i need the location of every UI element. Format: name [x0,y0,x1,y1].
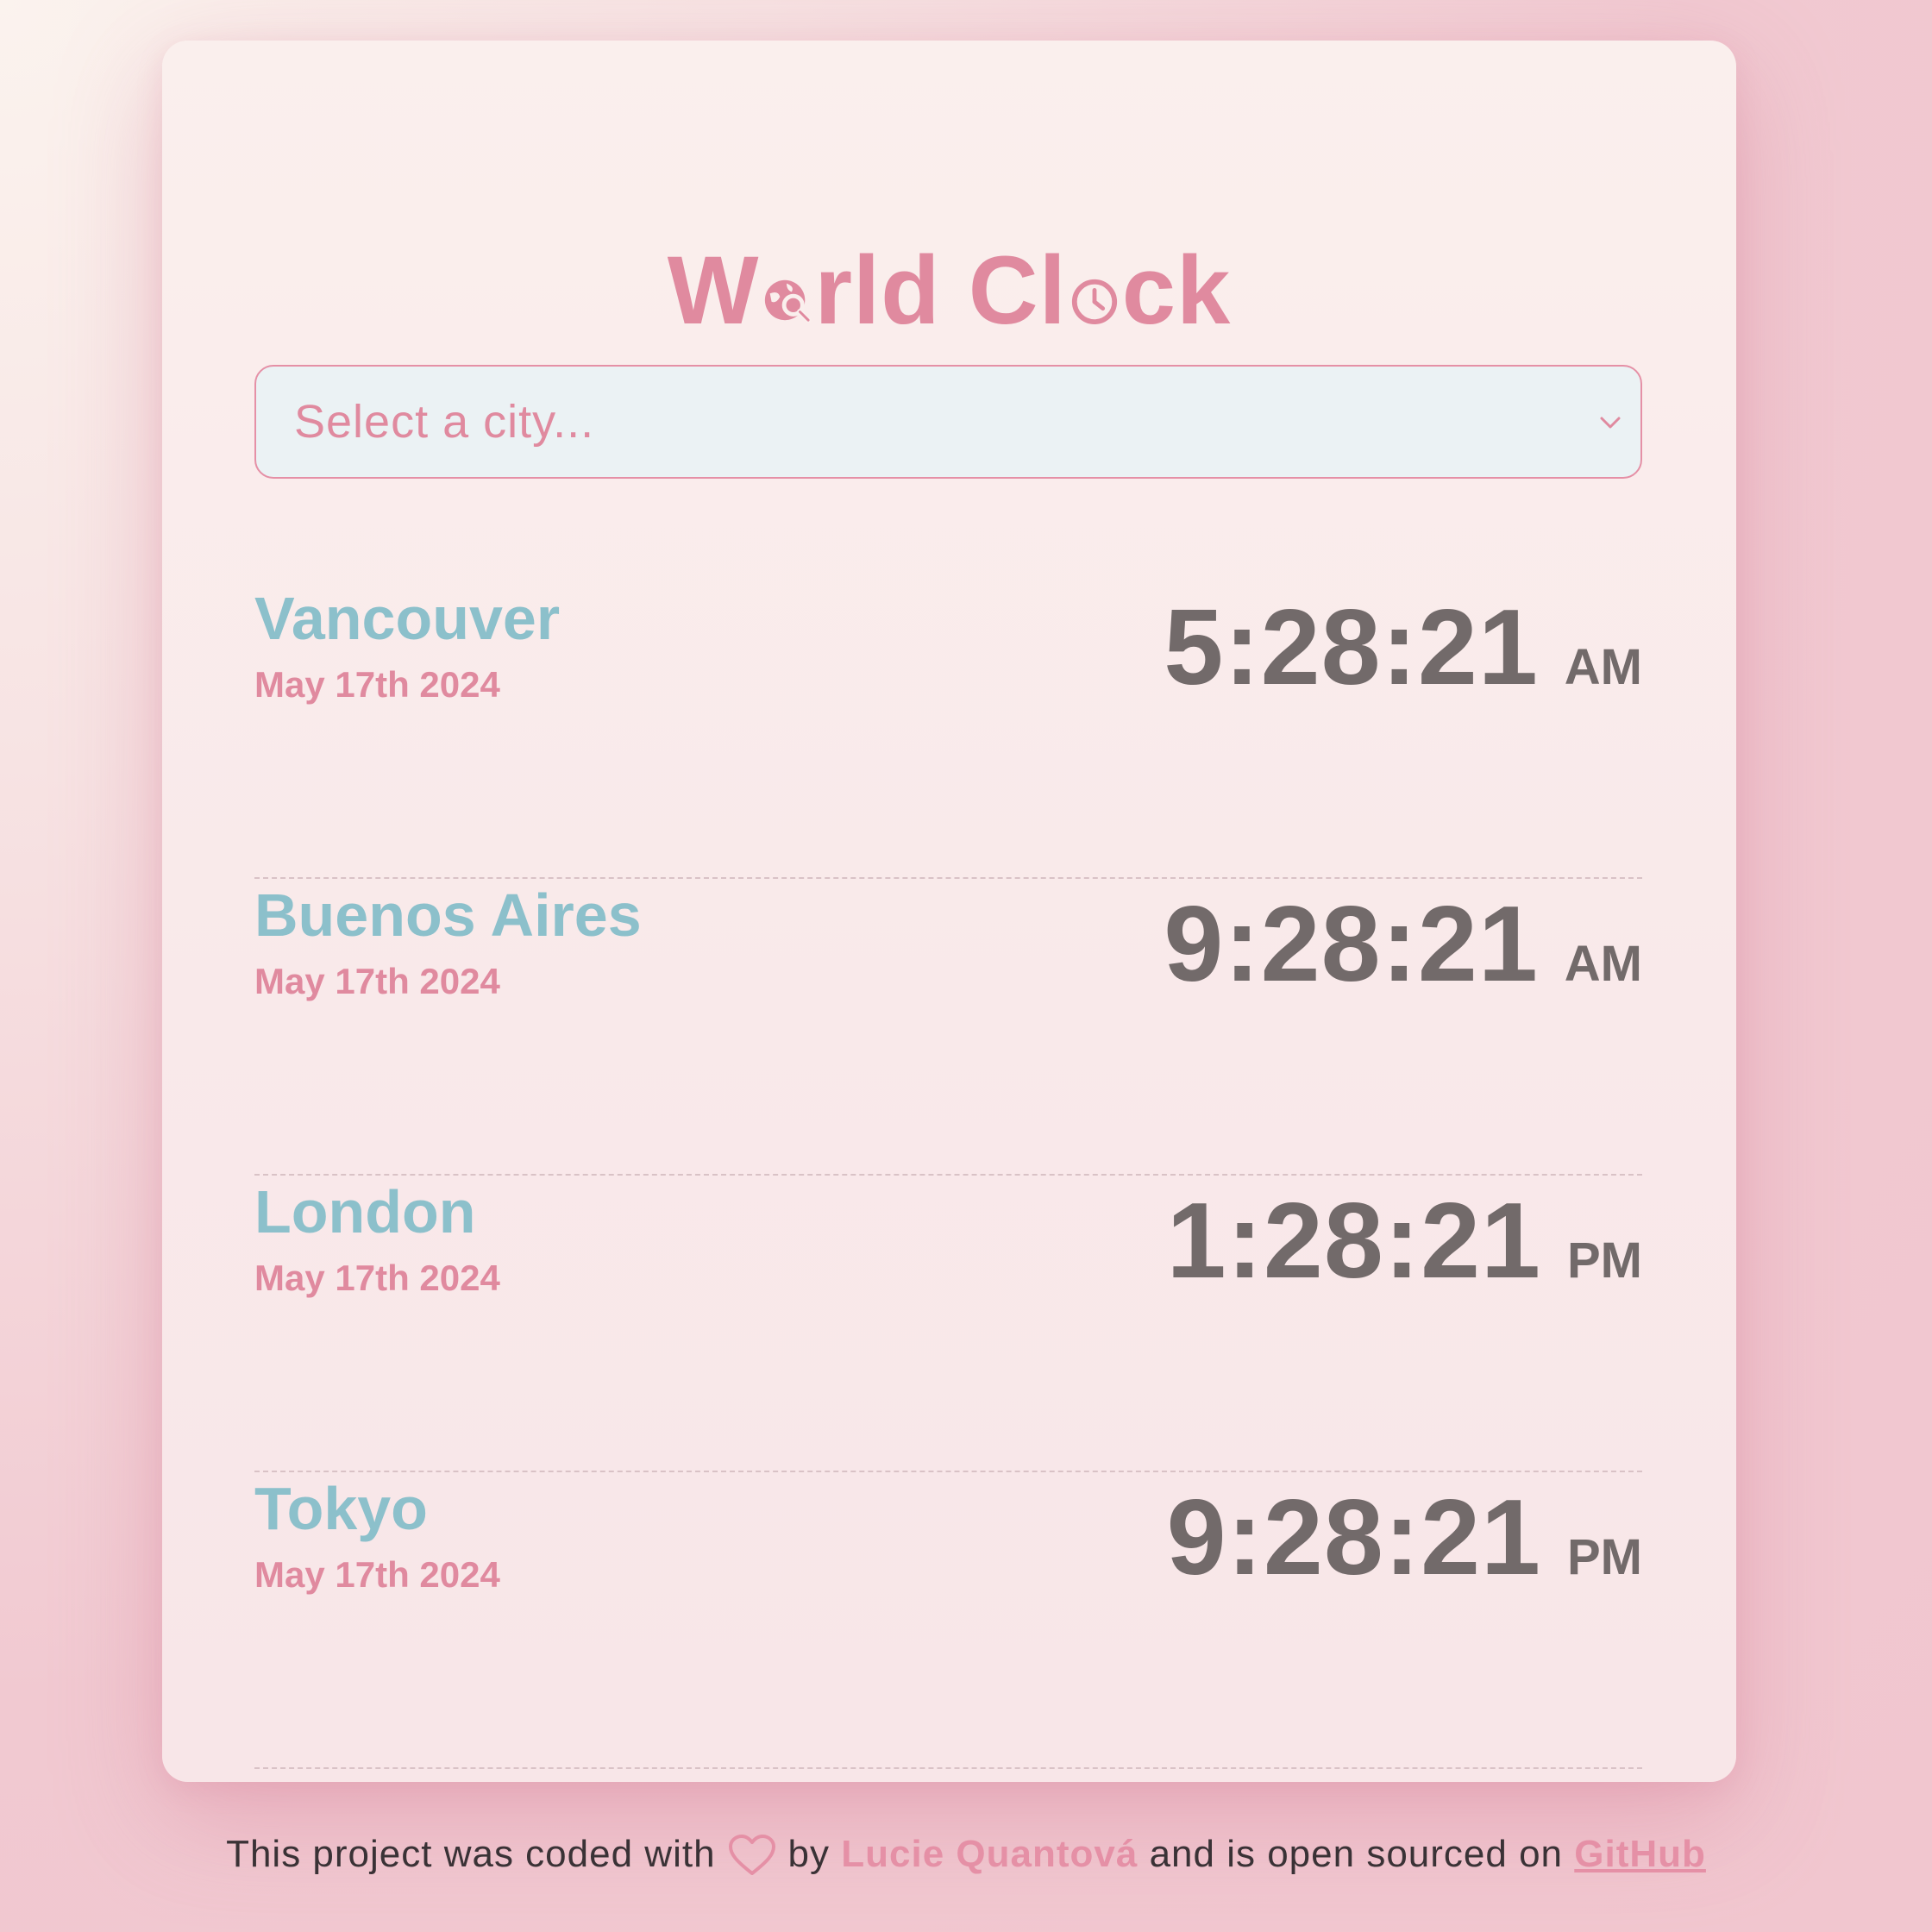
footer-text-start: This project was coded with [226,1833,716,1875]
clock-icon [1071,279,1117,325]
city-time-ampm: PM [1567,1233,1642,1289]
world-clock-card: W rld Cl ck Select a city... Vancouver M… [162,41,1736,1782]
page-title: W rld Cl ck [162,235,1736,347]
footer-text-middle: and is open sourced on [1149,1833,1564,1875]
city-time: 9:28:21 AM [1164,884,1642,1005]
city-time-ampm: PM [1567,1529,1642,1585]
city-select[interactable]: Select a city... [254,365,1642,479]
city-select-placeholder: Select a city... [294,396,595,448]
globe-search-icon [765,279,812,323]
city-time-ampm: AM [1564,639,1642,695]
title-text-end: ck [1121,236,1232,344]
city-time-ampm: AM [1564,936,1642,992]
city-row-buenos-aires: Buenos Aires May 17th 2024 9:28:21 AM [254,879,1642,1176]
city-name: Tokyo [254,1475,428,1542]
city-time-value: 5:28:21 [1164,588,1539,707]
footer-by: by [787,1833,831,1875]
city-time: 1:28:21 PM [1167,1181,1642,1302]
author-link[interactable]: Lucie Quantová [841,1833,1138,1875]
title-text-start: W [667,236,760,344]
heart-icon [728,1835,775,1875]
city-date: May 17th 2024 [254,1554,500,1595]
city-row-london: London May 17th 2024 1:28:21 PM [254,1176,1642,1472]
city-date: May 17th 2024 [254,961,500,1001]
city-time-value: 9:28:21 [1166,1478,1541,1597]
footer: This project was coded with by Lucie Qua… [0,1827,1932,1882]
title-text-middle: rld Cl [814,236,1067,344]
chevron-down-icon [1600,417,1621,429]
city-name: Vancouver [254,585,561,652]
github-link[interactable]: GitHub [1574,1833,1706,1875]
city-name: Buenos Aires [254,881,642,949]
city-row-vancouver: Vancouver May 17th 2024 5:28:21 AM [254,582,1642,879]
city-name: London [254,1178,476,1245]
city-date: May 17th 2024 [254,664,500,705]
city-time: 5:28:21 AM [1164,587,1642,708]
city-row-tokyo: Tokyo May 17th 2024 9:28:21 PM [254,1472,1642,1769]
city-time: 9:28:21 PM [1167,1477,1642,1598]
city-time-value: 1:28:21 [1166,1182,1541,1301]
city-date: May 17th 2024 [254,1258,500,1298]
city-time-value: 9:28:21 [1164,885,1539,1004]
